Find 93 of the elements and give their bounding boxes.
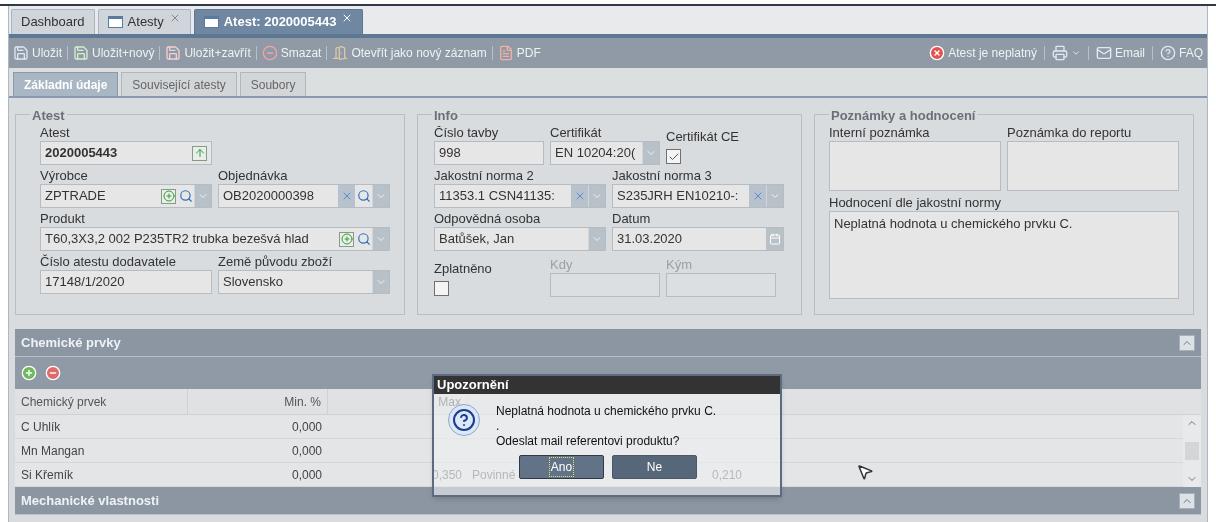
tab[interactable]: Dashboard [11, 9, 95, 34]
checkbox[interactable] [666, 149, 681, 164]
text-area[interactable]: Neplatná hodnota u chemického prvku C. [829, 211, 1179, 299]
dropdown-button[interactable] [588, 228, 605, 250]
dialog-button[interactable]: Ano [519, 455, 604, 479]
cursor-icon [856, 463, 874, 481]
text-area[interactable] [829, 141, 1001, 191]
arrow-up-icon [193, 147, 206, 159]
tab[interactable]: Související atesty [121, 72, 237, 96]
field-label: Zplatněno [434, 261, 493, 277]
dialog-message: Odeslat mail referentovi produktu? [496, 434, 681, 449]
input-field[interactable]: 998 [434, 141, 544, 165]
field-label: Certifikát CE [666, 129, 740, 145]
document-icon [497, 45, 514, 61]
search-icon [356, 189, 371, 203]
toolbar-button[interactable] [1051, 45, 1081, 61]
floppy-disk-cross-icon [165, 45, 182, 61]
clear-button[interactable] [749, 185, 766, 207]
error-cross-icon [929, 45, 946, 61]
table-cell-text: C Uhlík [20, 418, 62, 436]
checkbox[interactable] [434, 281, 449, 296]
field-label: Jakostní norma 3 [612, 168, 713, 184]
input-field[interactable]: 2020005443 [40, 141, 212, 165]
field-label: Jakostní norma 2 [434, 168, 535, 184]
combo-field[interactable]: ZPTRADE [40, 184, 212, 208]
field-label: Datum [612, 211, 652, 227]
combo-field[interactable]: T60,3X3,2 002 P235TR2 trubka bezešvá hlad [40, 227, 390, 251]
field-label: Certifikát [550, 125, 603, 141]
caret-icon [1070, 48, 1081, 58]
field-label: Hodnocení dle jakostní normy [829, 195, 1002, 211]
envelope-icon [1095, 45, 1112, 61]
tab[interactable]: Atest: 2020005443 [193, 9, 364, 34]
tab[interactable]: Atesty [97, 9, 191, 34]
column-header[interactable]: Chemický prvek [15, 389, 188, 414]
dialog-message: Neplatná hodnota u chemického prvku C. [496, 404, 717, 419]
combo-field[interactable]: Batůšek, Jan [434, 227, 606, 251]
field-label: Interní poznámka [829, 125, 931, 141]
add-button[interactable] [161, 188, 176, 204]
text-area[interactable] [1007, 141, 1179, 191]
search-icon [356, 232, 371, 246]
combo-field[interactable]: Slovensko [218, 270, 390, 294]
field-label: Výrobce [40, 168, 89, 184]
combo-field[interactable]: 11353.1 CSN41135: [434, 184, 606, 208]
floppy-disk-plus-icon [73, 45, 89, 61]
combo-field[interactable]: S235JRH EN10210-: [612, 184, 784, 208]
calendar-icon [768, 233, 781, 245]
plus-icon [162, 190, 175, 202]
panel-title: Mechanické vlastnosti [21, 491, 159, 510]
field-label: Odpovědná osoba [434, 211, 542, 227]
clear-button[interactable] [571, 185, 588, 207]
table-cell-text: 0,000 [290, 466, 323, 484]
dropdown-button[interactable] [642, 142, 659, 164]
tab[interactable]: Soubory [239, 72, 307, 96]
table-cell-text: 0,000 [290, 418, 323, 436]
table-cell-text: Mn Mangan [20, 442, 86, 460]
combo-field[interactable]: OB2020000398 [218, 184, 390, 208]
add-button[interactable] [339, 231, 354, 247]
field-label: Kdy [550, 257, 574, 273]
help-icon [1160, 45, 1176, 61]
date-field[interactable]: 31.03.2020 [612, 227, 784, 251]
table-cell-text: Si Křemík [20, 466, 74, 484]
dropdown-button[interactable] [588, 185, 605, 207]
combo-field[interactable]: EN 10204:20( [550, 141, 660, 165]
collapse-button[interactable] [1179, 334, 1195, 351]
field-label: Kým [666, 257, 693, 273]
panel-title: Chemické prvky [21, 333, 121, 352]
arrow-up-button[interactable] [192, 145, 207, 161]
input-field[interactable] [666, 273, 776, 297]
calendar-button[interactable] [766, 228, 783, 250]
field-label: Atest [40, 125, 71, 141]
field-label: Číslo atestu dodavatele [40, 254, 177, 270]
search-icon [178, 189, 193, 203]
column-header[interactable]: Min. % [188, 389, 328, 414]
field-label: Země původu zboží [218, 254, 334, 270]
field-label: Číslo tavby [434, 125, 500, 141]
scrollbar[interactable] [1183, 415, 1201, 487]
printer-icon [1051, 45, 1068, 61]
remove-button[interactable] [45, 365, 61, 381]
table-cell-text: 0,000 [290, 442, 323, 460]
collapse-button[interactable] [1179, 492, 1195, 509]
dropdown-button[interactable] [766, 185, 783, 207]
door-icon [332, 45, 349, 61]
input-field[interactable]: 17148/1/2020 [40, 270, 212, 294]
minus-circle-icon [261, 45, 278, 61]
field-label: Produkt [40, 211, 86, 227]
field-label: Objednávka [218, 168, 289, 184]
input-field[interactable] [550, 273, 660, 297]
dialog-message: . [496, 419, 501, 434]
plus-icon [340, 233, 353, 245]
dialog-button[interactable]: Ne [612, 455, 697, 479]
field-label: Poznámka do reportu [1007, 125, 1133, 141]
dropdown-button[interactable] [372, 271, 389, 293]
clear-button[interactable] [338, 185, 355, 207]
